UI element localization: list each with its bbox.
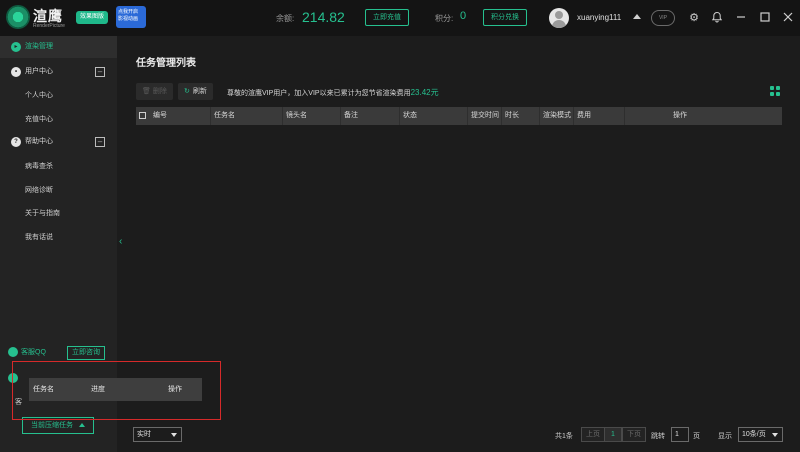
refresh-mode-select[interactable]: 实时	[133, 427, 182, 442]
vip-savings-notice: 尊敬的渲鹰VIP用户，加入VIP以来已累计为您节省渲染费用23.42元	[227, 87, 439, 98]
prev-page-button[interactable]: 上页	[581, 427, 605, 442]
brand-subtitle: RenderPicture	[33, 23, 65, 29]
sidebar-item-label: 帮助中心	[25, 138, 53, 145]
redeem-points-button[interactable]: 积分兑换	[483, 9, 527, 26]
page-size-select[interactable]: 10条/页	[738, 427, 783, 442]
sidebar-item-my-talk[interactable]: 我有话说	[25, 232, 53, 242]
grid-view-icon[interactable]	[770, 86, 780, 96]
jump-page-input[interactable]: 1	[671, 427, 689, 442]
trash-icon: 🗑	[142, 88, 151, 95]
username[interactable]: xuanying111	[577, 13, 621, 22]
collapse-icon[interactable]: –	[95, 67, 105, 77]
vip-notice-text: 尊敬的渲鹰VIP用户，加入VIP以来已累计为您节省渲染费用	[227, 90, 411, 97]
balance-label: 余额:	[276, 14, 295, 23]
promo-badge[interactable]: 点我开启 影视动画	[116, 6, 146, 28]
display-label: 显示	[718, 433, 732, 440]
page-title: 任务管理列表	[136, 58, 196, 69]
column-render-mode[interactable]: 渲染模式	[539, 107, 573, 125]
sidebar-item-recharge-center[interactable]: 充值中心	[25, 114, 53, 124]
qq-service-label: 客服QQ	[21, 349, 46, 356]
qq-service: 客服QQ	[8, 347, 46, 358]
app-logo-icon	[6, 5, 30, 29]
jump-label: 跳转	[651, 433, 665, 440]
refresh-button[interactable]: ↻ 刷新	[178, 83, 213, 100]
column-status[interactable]: 状态	[399, 107, 467, 125]
total-count: 共1条	[555, 433, 573, 440]
task-table-header: 编号 任务名 镜头名 备注 状态 提交时间 时长 渲染模式 费用 操作	[136, 107, 782, 125]
top-bar: 渲鹰 RenderPicture 效果图版 点我开启 影视动画 余额: 214.…	[0, 0, 800, 36]
page-number-current[interactable]: 1	[604, 427, 622, 442]
delete-label: 删除	[152, 88, 167, 95]
edition-badge[interactable]: 效果图版	[76, 11, 109, 24]
delete-button[interactable]: 🗑 删除	[136, 83, 173, 100]
close-icon[interactable]	[781, 11, 795, 25]
chevron-down-icon	[772, 433, 778, 437]
minimize-icon[interactable]	[734, 11, 748, 25]
caret-up-icon	[79, 423, 85, 428]
maximize-icon[interactable]	[758, 11, 772, 25]
column-submit-time[interactable]: 提交时间	[467, 107, 501, 125]
qq-icon	[8, 347, 18, 358]
column-task-name[interactable]: 任务名	[210, 107, 282, 125]
sidebar-collapse-handle-icon[interactable]: ‹	[119, 236, 122, 247]
sidebar-item-network-diag[interactable]: 网络诊断	[25, 185, 53, 195]
column-id[interactable]: 编号	[150, 107, 210, 125]
user-icon: •	[11, 67, 21, 77]
column-actions[interactable]: 操作	[624, 107, 782, 125]
help-icon: ?	[11, 137, 21, 147]
settings-icon[interactable]: ⚙	[687, 11, 701, 25]
consult-now-button[interactable]: 立即咨询	[67, 346, 105, 360]
column-cost[interactable]: 费用	[573, 107, 624, 125]
next-page-button[interactable]: 下页	[622, 427, 646, 442]
chevron-down-icon	[171, 433, 177, 437]
page-unit-label: 页	[693, 433, 700, 440]
sidebar-item-label: 用户中心	[25, 68, 53, 75]
sidebar-item-personal-center[interactable]: 个人中心	[25, 90, 53, 100]
vip-emblem-icon[interactable]: VIP	[651, 10, 675, 26]
refresh-icon: ↻	[184, 88, 190, 95]
sidebar-item-user-center[interactable]: • 用户中心 –	[0, 61, 117, 83]
queue-button-label: 当前压缩任务	[31, 422, 73, 429]
highlight-frame	[12, 361, 221, 420]
points-label: 积分:	[435, 14, 454, 23]
points-value: 0	[460, 10, 467, 22]
recharge-button[interactable]: 立即充值	[365, 9, 409, 26]
sidebar-item-help-center[interactable]: ? 帮助中心 –	[0, 131, 117, 153]
column-note[interactable]: 备注	[340, 107, 400, 125]
avatar[interactable]	[549, 8, 569, 28]
bell-icon[interactable]	[710, 11, 724, 25]
balance-value: 214.82	[302, 9, 345, 25]
caret-up-icon[interactable]	[633, 14, 641, 19]
sidebar-item-about-guide[interactable]: 关于与指南	[25, 208, 60, 218]
column-duration[interactable]: 时长	[501, 107, 539, 125]
sidebar-item-label: 渲染管理	[25, 43, 53, 50]
page-size-value: 10条/页	[742, 431, 766, 438]
refresh-label: 刷新	[192, 88, 207, 95]
select-all-checkbox[interactable]	[139, 112, 146, 119]
sidebar-item-virus-scan[interactable]: 病毒查杀	[25, 161, 53, 171]
collapse-icon[interactable]: –	[95, 137, 105, 147]
column-shot-name[interactable]: 镜头名	[282, 107, 342, 125]
render-manage-icon: ▸	[11, 42, 21, 52]
refresh-mode-value: 实时	[137, 431, 151, 438]
vip-saved-amount: 23.42元	[410, 88, 439, 97]
sidebar-item-render-manage[interactable]: ▸ 渲染管理	[0, 36, 117, 58]
